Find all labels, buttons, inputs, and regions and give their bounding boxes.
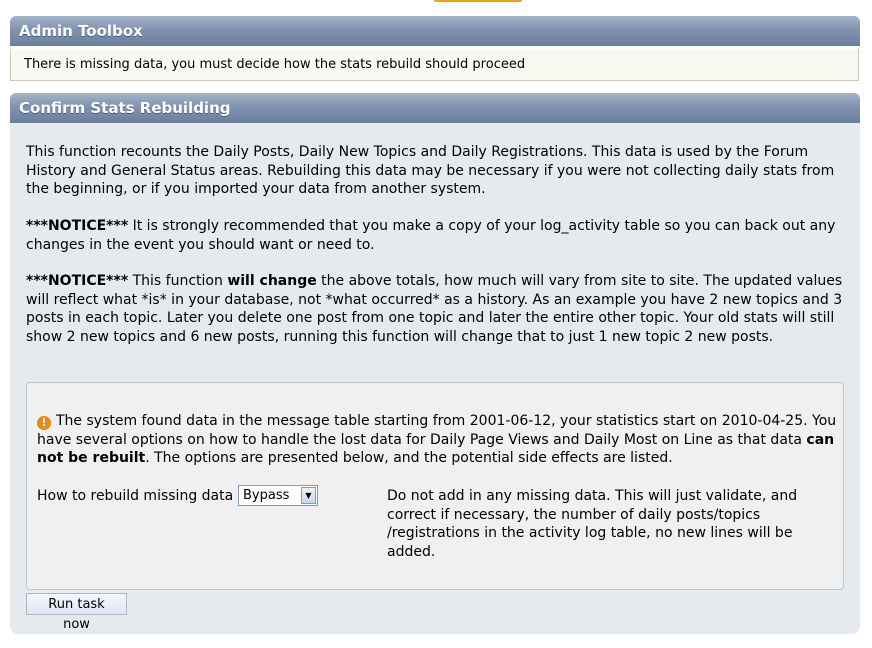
run-task-button[interactable]: Run task now [26,593,127,632]
rebuild-method-select[interactable]: Bypass ▼ [238,485,318,506]
top-tab-indicator [434,0,522,2]
rebuild-options-box: ! The system found data in the message ta… [26,382,844,590]
notice-change-label: ***NOTICE*** [26,273,129,289]
rebuild-method-label: How to rebuild missing data [37,488,234,504]
warning-text-before: The system found data in the message tab… [37,413,837,448]
warning-message: ! The system found data in the message ta… [37,412,837,468]
missing-data-notice: There is missing data, you must decide h… [10,49,859,81]
warning-icon: ! [37,416,51,430]
confirm-stats-title: Confirm Stats Rebuilding [19,99,231,117]
function-description: This function recounts the Daily Posts, … [26,144,835,197]
admin-toolbox-title: Admin Toolbox [19,22,143,40]
notice-backup-label: ***NOTICE*** [26,218,129,234]
notice-change: ***NOTICE*** This function will change t… [26,272,852,346]
rebuild-option-description: Do not add in any missing data. This wil… [387,488,798,560]
confirm-stats-header: Confirm Stats Rebuilding [10,93,860,123]
chevron-down-icon[interactable]: ▼ [301,487,316,504]
missing-data-message: There is missing data, you must decide h… [24,57,526,72]
notice-backup: ***NOTICE*** It is strongly recommended … [26,217,852,254]
warning-text-after: . The options are presented below, and t… [145,450,673,466]
notice-change-text-before: This function [128,273,228,289]
confirm-stats-panel: This function recounts the Daily Posts, … [10,123,860,634]
admin-toolbox-header: Admin Toolbox [10,16,860,46]
notice-change-bold: will change [227,273,317,289]
notice-backup-text: It is strongly recommended that you make… [26,218,836,253]
rebuild-method-selected: Bypass [243,488,290,503]
